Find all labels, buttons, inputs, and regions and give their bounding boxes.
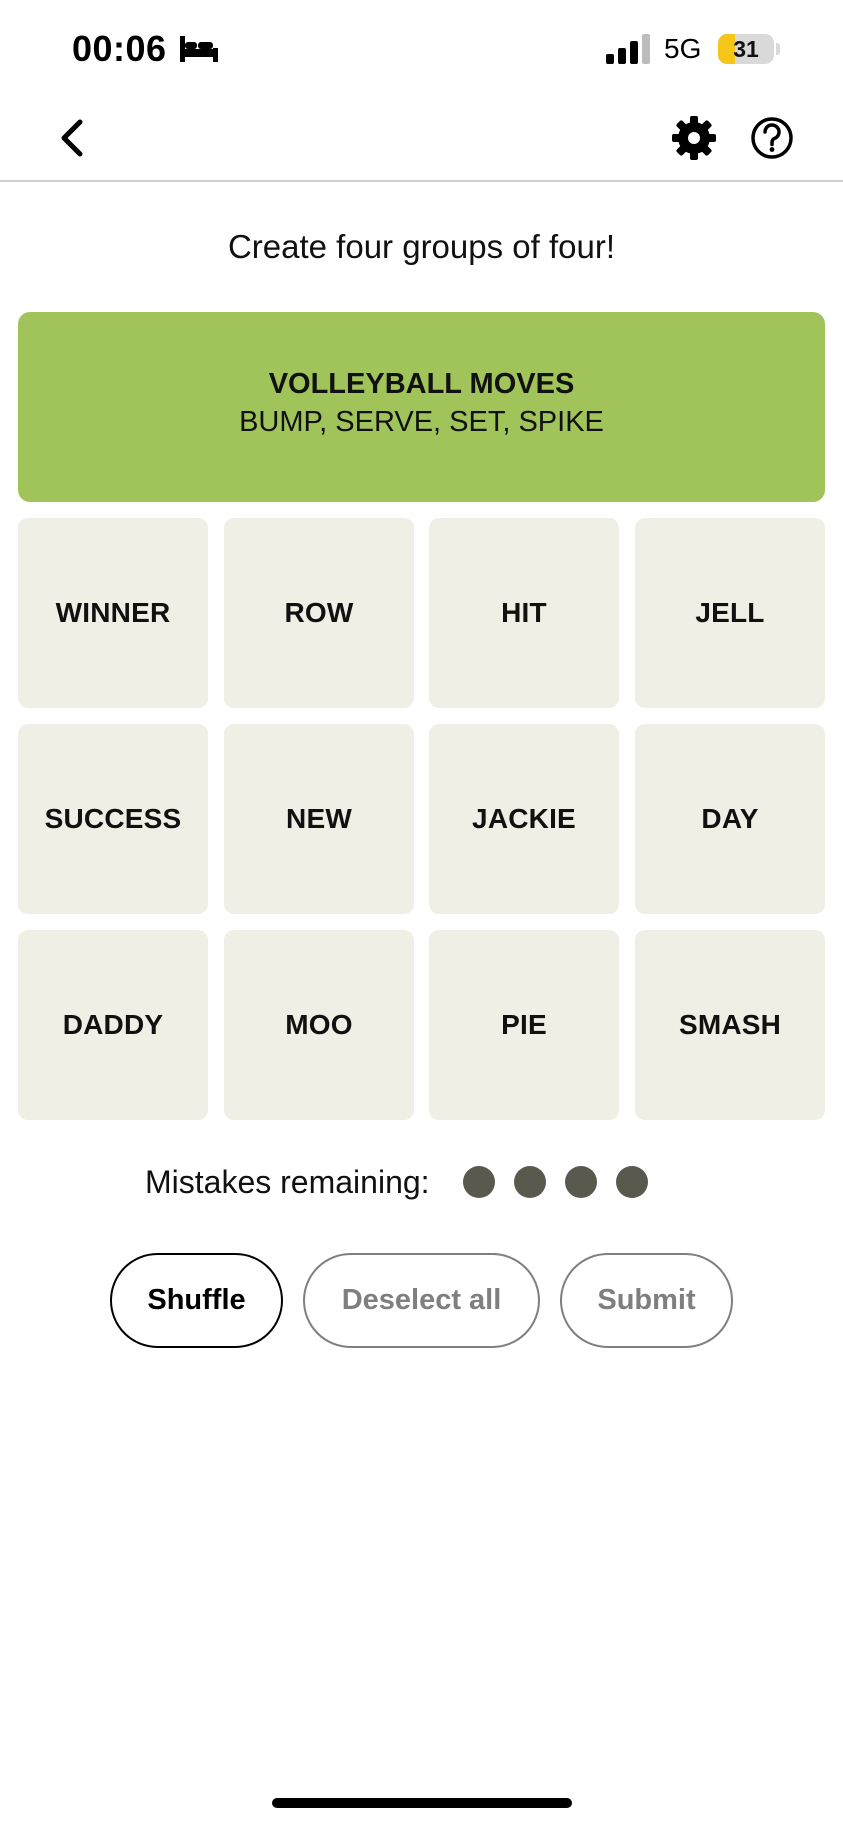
mistake-dot (463, 1166, 495, 1198)
word-tile-label: PIE (501, 1009, 547, 1040)
instructions-text: Create four groups of four! (227, 228, 616, 265)
mistake-dot (514, 1166, 546, 1198)
word-tile[interactable]: SUCCESS (18, 724, 208, 914)
connections-game-screen: 00:06 5G 31 Create four groups of four! … (0, 0, 843, 1824)
word-tile-label: MOO (285, 1009, 353, 1040)
word-tile-grid: WINNER ROW HIT JELL SUCCESS NEW JACKIE D… (18, 518, 825, 1120)
word-tile-label: DAY (701, 803, 759, 834)
word-tile-label: SUCCESS (44, 803, 182, 834)
solved-group-words: BUMP, SERVE, SET, SPIKE (239, 406, 604, 438)
word-tile[interactable]: JACKIE (429, 724, 619, 914)
word-tile-label: WINNER (55, 597, 171, 628)
battery-level: 31 (733, 36, 759, 62)
word-tile[interactable]: NEW (224, 724, 414, 914)
status-time: 00:06 (72, 28, 167, 69)
word-tile-label: ROW (284, 597, 354, 628)
home-indicator (272, 1798, 572, 1808)
shuffle-button[interactable]: Shuffle (110, 1253, 283, 1348)
word-tile[interactable]: PIE (429, 930, 619, 1120)
network-type: 5G (664, 33, 702, 64)
submit-button[interactable]: Submit (560, 1253, 733, 1348)
gear-icon[interactable] (670, 114, 718, 162)
word-tile-label: JELL (695, 597, 765, 628)
mistake-dot (616, 1166, 648, 1198)
status-bar: 00:06 5G 31 (0, 0, 843, 100)
battery-icon: 31 (718, 34, 774, 64)
battery-tip (776, 43, 780, 55)
mistakes-label: Mistakes remaining: (145, 1164, 430, 1200)
word-tile[interactable]: WINNER (18, 518, 208, 708)
word-tile[interactable]: ROW (224, 518, 414, 708)
mistake-dot (565, 1166, 597, 1198)
word-tile-label: NEW (286, 803, 352, 834)
word-tile[interactable]: DADDY (18, 930, 208, 1120)
word-tile-label: DADDY (62, 1009, 164, 1040)
solved-group-banner: VOLLEYBALL MOVES BUMP, SERVE, SET, SPIKE (18, 312, 825, 502)
word-tile-label: HIT (501, 597, 547, 628)
deselect-all-button[interactable]: Deselect all (303, 1253, 540, 1348)
word-tile[interactable]: MOO (224, 930, 414, 1120)
word-tile[interactable]: SMASH (635, 930, 825, 1120)
app-header (0, 100, 843, 182)
question-circle-icon[interactable] (748, 114, 796, 162)
word-tile[interactable]: JELL (635, 518, 825, 708)
solved-group-title: VOLLEYBALL MOVES (268, 368, 575, 400)
word-tile-label: JACKIE (472, 803, 576, 834)
signal-icon (606, 34, 650, 64)
word-tile[interactable]: DAY (635, 724, 825, 914)
word-tile[interactable]: HIT (429, 518, 619, 708)
word-tile-label: SMASH (678, 1009, 782, 1040)
chevron-left-icon[interactable] (52, 114, 92, 162)
bed-icon (180, 36, 218, 62)
